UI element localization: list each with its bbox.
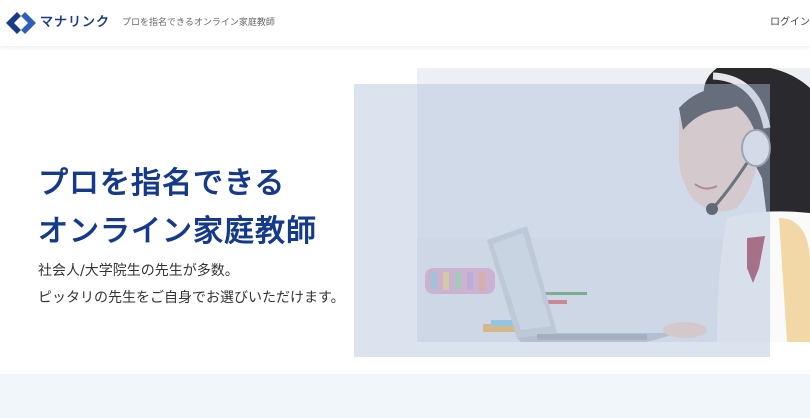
site-logo[interactable]: マナリンク: [6, 11, 110, 35]
next-section-band: [0, 374, 810, 418]
site-header: マナリンク プロを指名できるオンライン家庭教師 ログイン: [0, 0, 810, 46]
hero-subcopy: 社会人/大学院生の先生が多数。 ピッタリの先生をご自身でお選びいただけます。: [38, 258, 345, 312]
headline-line-1: プロを指名できる: [38, 166, 286, 201]
hero-headline: プロを指名できる オンライン家庭教師: [38, 160, 317, 256]
manalink-logo-icon: [6, 11, 36, 35]
logo-text: マナリンク: [40, 15, 111, 30]
subcopy-line-1: 社会人/大学院生の先生が多数。: [38, 263, 239, 279]
hero-blue-overlay: [354, 84, 770, 357]
headline-line-2: オンライン家庭教師: [38, 214, 317, 249]
login-link[interactable]: ログイン: [770, 16, 810, 30]
header-tagline: プロを指名できるオンライン家庭教師: [122, 18, 275, 28]
subcopy-line-2: ピッタリの先生をご自身でお選びいただけます。: [38, 290, 345, 306]
